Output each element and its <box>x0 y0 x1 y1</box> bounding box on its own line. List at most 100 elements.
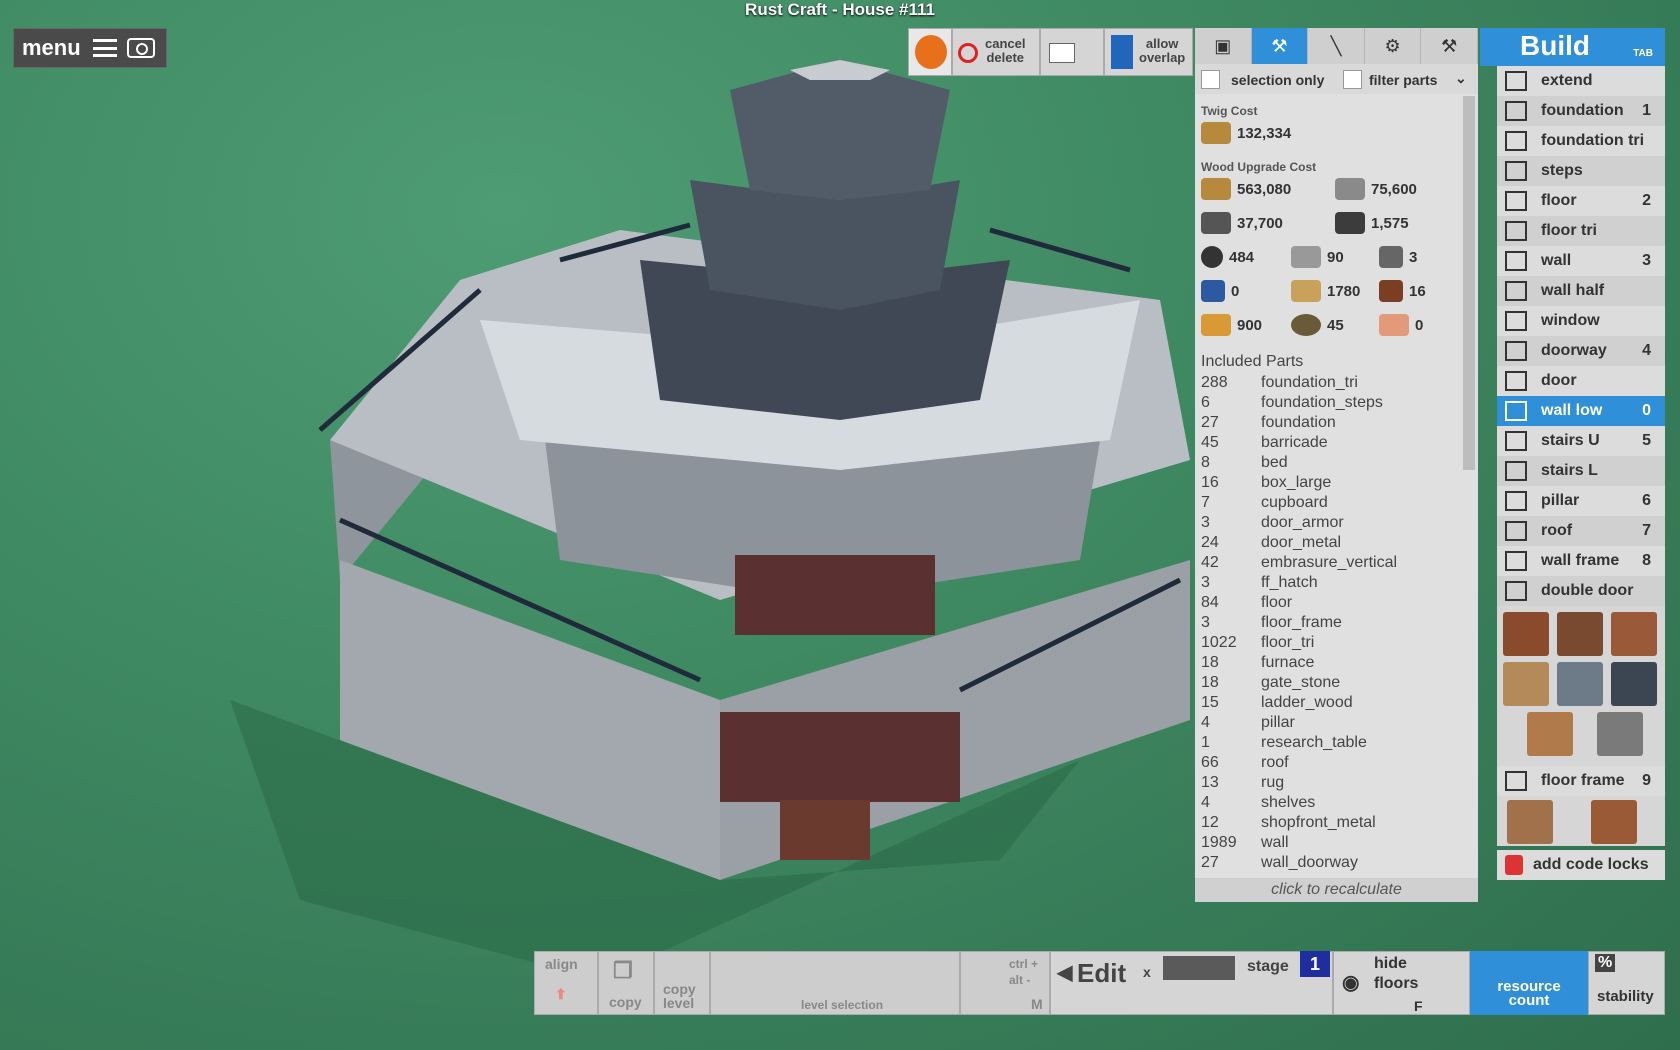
build-item-stairs-U[interactable]: stairs U 5 <box>1497 426 1665 456</box>
door-variant-thumb[interactable] <box>1597 712 1643 756</box>
stone-icon <box>1335 178 1365 200</box>
build-item-window[interactable]: window <box>1497 306 1665 336</box>
part-name: foundation <box>1261 414 1336 431</box>
build-item-foundation-tri[interactable]: foundation tri <box>1497 126 1665 156</box>
align-button[interactable]: align ⬆ <box>534 951 598 1015</box>
build-item-door[interactable]: door <box>1497 366 1665 396</box>
build-item-label: foundation <box>1541 102 1624 119</box>
selection-only-checkbox[interactable] <box>1201 70 1220 89</box>
resource-count-button[interactable]: resource count <box>1470 951 1588 1015</box>
build-item-stairs-L[interactable]: stairs L <box>1497 456 1665 486</box>
twig-cost: 132,334 <box>1201 122 1291 144</box>
part-row: 1989 wall <box>1201 834 1441 854</box>
part-count: 8 <box>1201 454 1210 471</box>
metal-fragments-icon <box>1201 212 1231 234</box>
door-variant-grid <box>1497 606 1665 766</box>
part-row: 6 foundation_steps <box>1201 394 1441 414</box>
video-tool-button[interactable] <box>1040 28 1104 76</box>
chevron-left-icon[interactable]: ◀ <box>1057 960 1072 985</box>
floor-frame-thumb[interactable] <box>1507 800 1553 844</box>
floor-frame-thumb[interactable] <box>1591 800 1637 844</box>
copy-level-button[interactable]: copy level <box>654 951 710 1015</box>
roof-top <box>730 60 950 200</box>
cost-panel-scrollbar[interactable] <box>1463 96 1475 470</box>
add-code-locks-label: add code locks <box>1533 856 1649 873</box>
close-x[interactable]: x <box>1143 964 1151 980</box>
menu-button[interactable]: menu <box>13 28 167 68</box>
resource-metal-ore: 0 <box>1379 314 1423 336</box>
resource-value: 900 <box>1237 316 1263 334</box>
copy-button[interactable]: ❒ copy <box>598 951 654 1015</box>
build-item-steps[interactable]: steps <box>1497 156 1665 186</box>
door-variant-thumb[interactable] <box>1503 662 1549 706</box>
rope-icon <box>1291 314 1321 336</box>
build-item-pillar[interactable]: pillar 6 <box>1497 486 1665 516</box>
tab-hammer[interactable]: ⚒ <box>1251 28 1309 64</box>
m-key-label: M <box>1031 996 1043 1012</box>
build-item-foundation[interactable]: foundation 1 <box>1497 96 1665 126</box>
part-row: 42 embrasure_vertical <box>1201 554 1441 574</box>
part-count: 1022 <box>1201 634 1237 651</box>
door-variant-thumb[interactable] <box>1557 612 1603 656</box>
resource-tarp: 0 <box>1201 280 1239 302</box>
build-item-floor[interactable]: floor 2 <box>1497 186 1665 216</box>
part-name: shelves <box>1261 794 1316 811</box>
door-variant-thumb[interactable] <box>1527 712 1573 756</box>
f-key-label: F <box>1414 998 1423 1014</box>
cursor-tool[interactable]: ctrl + alt - M <box>960 951 1050 1015</box>
build-item-wall[interactable]: wall 3 <box>1497 246 1665 276</box>
tools-icon: ⚒ <box>1441 35 1458 56</box>
door-variant-thumb[interactable] <box>1557 662 1603 706</box>
menu-label: menu <box>22 35 81 60</box>
hide-floors-button[interactable]: ◉ hide floors F <box>1333 951 1470 1015</box>
build-item-doorway[interactable]: doorway 4 <box>1497 336 1665 366</box>
tab-chisel[interactable]: ╲ <box>1308 28 1365 64</box>
build-item-floor-frame[interactable]: floor frame 9 <box>1497 766 1665 796</box>
cancel-delete-button[interactable]: cancel delete <box>952 28 1040 76</box>
gear-icon <box>1201 246 1223 268</box>
edit-label: Edit <box>1077 958 1127 988</box>
door-icon <box>1111 35 1133 69</box>
part-row: 18 furnace <box>1201 654 1441 674</box>
add-code-locks-button[interactable]: add code locks <box>1497 850 1665 880</box>
build-item-extend[interactable]: extend <box>1497 66 1665 96</box>
build-part-icon <box>1505 401 1527 421</box>
padlock-icon <box>1505 855 1523 875</box>
cost-panel[interactable]: Twig Cost 132,334 Wood Upgrade Cost 563,… <box>1195 94 1478 902</box>
door-variant-thumb[interactable] <box>1503 612 1549 656</box>
filter-parts-checkbox[interactable] <box>1343 70 1362 89</box>
build-item-roof[interactable]: roof 7 <box>1497 516 1665 546</box>
door-variant-thumb[interactable] <box>1611 662 1657 706</box>
build-item-wall-low[interactable]: wall low 0 <box>1497 396 1665 426</box>
build-item-double-door[interactable]: double door <box>1497 576 1665 606</box>
build-item-floor-tri[interactable]: floor tri <box>1497 216 1665 246</box>
build-part-icon <box>1505 251 1527 271</box>
level-selection[interactable]: level selection <box>710 951 960 1015</box>
lock-tool-button[interactable] <box>908 28 952 76</box>
window-title: Rust Craft - House #111 <box>745 0 935 19</box>
build-viewport[interactable] <box>0 0 1190 1050</box>
floor-frame-icon <box>1505 771 1527 791</box>
edit-panel[interactable]: ◀ Edit x stage <box>1050 951 1333 1015</box>
chevron-down-icon[interactable]: ⌄ <box>1455 70 1467 87</box>
color-swatch[interactable] <box>1163 956 1235 980</box>
tab-tools[interactable]: ⚒ <box>1421 28 1478 64</box>
door-variant-thumb[interactable] <box>1611 612 1657 656</box>
tab-cube[interactable]: ▣ <box>1195 28 1252 64</box>
recalculate-button[interactable]: click to recalculate <box>1195 878 1478 902</box>
part-row: 3 door_armor <box>1201 514 1441 534</box>
build-item-label: wall frame <box>1541 552 1620 569</box>
build-item-wall-frame[interactable]: wall frame 8 <box>1497 546 1665 576</box>
stage-value[interactable]: 1 <box>1300 951 1330 977</box>
allow-overlap-button[interactable]: allow overlap <box>1104 28 1193 76</box>
build-item-wall-half[interactable]: wall half <box>1497 276 1665 306</box>
camera-icon[interactable] <box>126 38 155 58</box>
resource-value: 1,575 <box>1371 214 1409 232</box>
build-part-icon <box>1505 131 1527 151</box>
tab-wrench[interactable]: ⚙ <box>1365 28 1422 64</box>
twig-cost-title: Twig Cost <box>1201 104 1258 118</box>
stability-button[interactable]: % stability <box>1588 951 1665 1015</box>
part-name: bed <box>1261 454 1288 471</box>
build-header[interactable]: Build TAB <box>1480 28 1665 66</box>
part-name: floor_tri <box>1261 634 1315 651</box>
